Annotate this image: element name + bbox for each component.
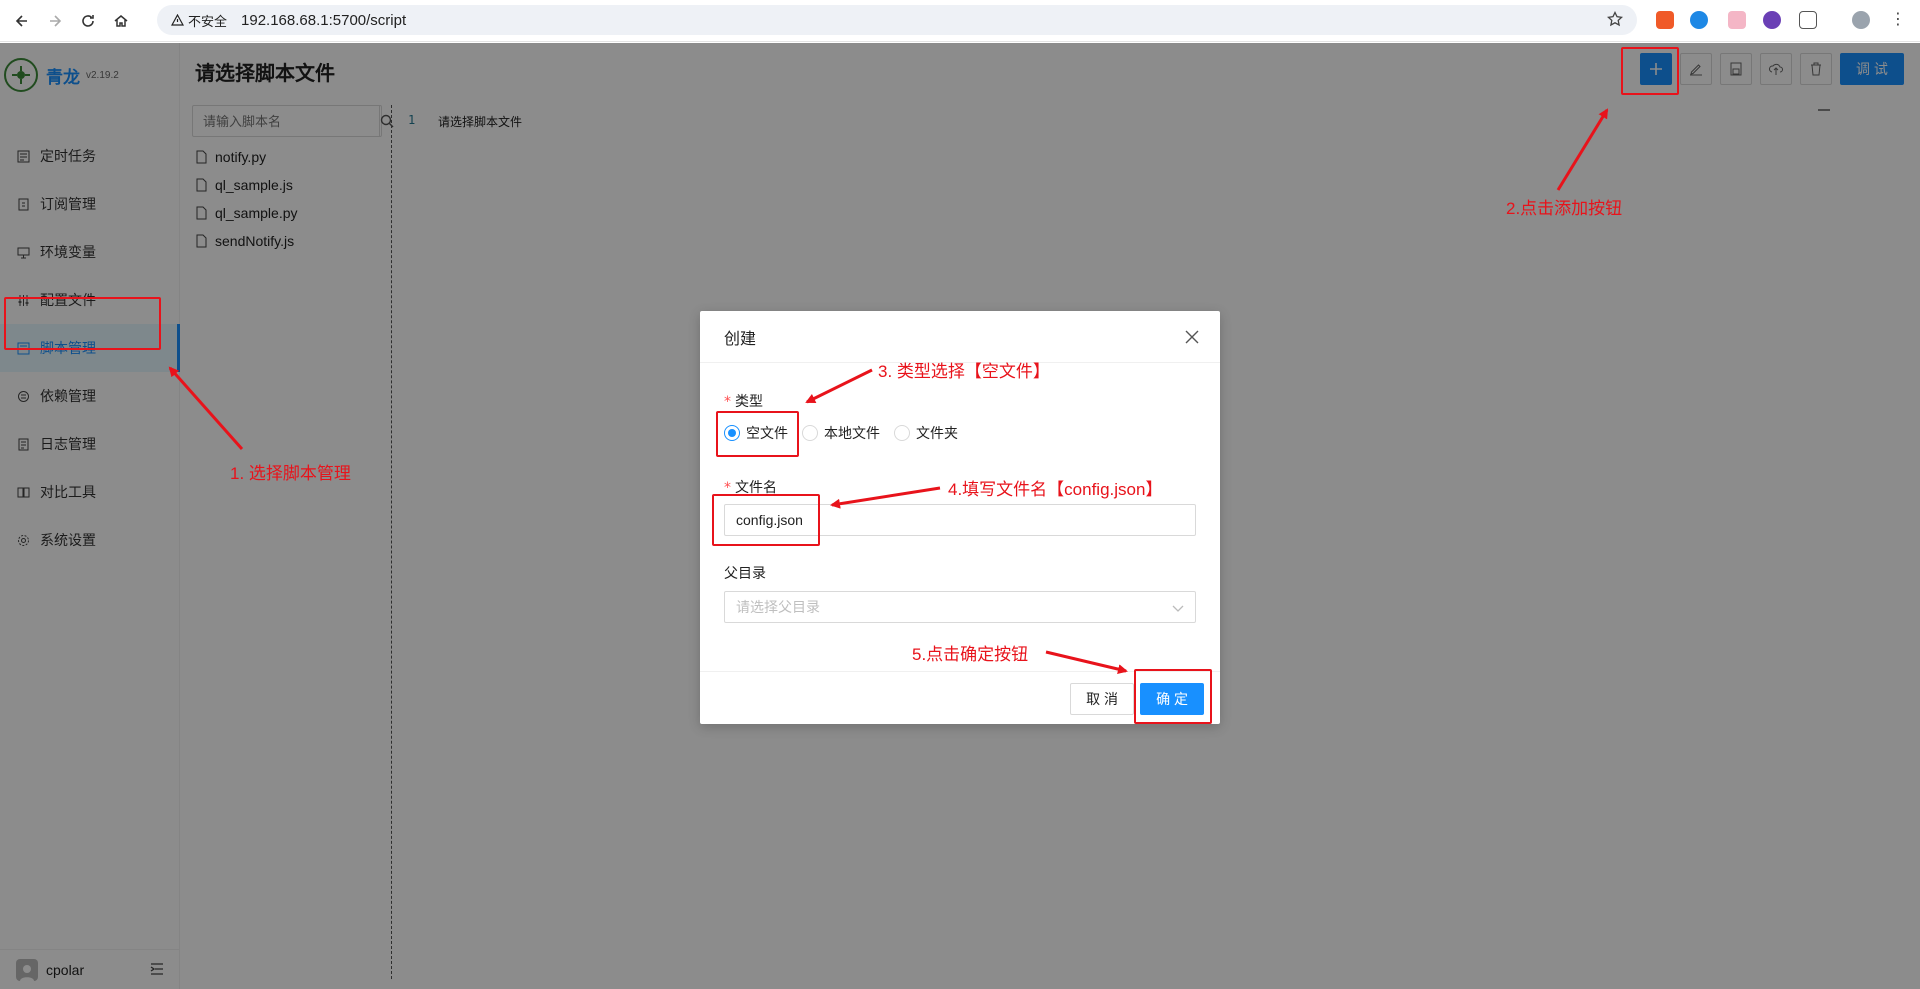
annotation-step4: 4.填写文件名【config.json】 — [948, 480, 1163, 499]
parent-label: 父目录 — [724, 565, 766, 581]
reload-icon[interactable] — [77, 10, 99, 32]
extension-icon[interactable] — [1656, 11, 1674, 29]
extension-icon[interactable] — [1763, 11, 1781, 29]
extensions-puzzle-icon[interactable] — [1799, 11, 1817, 29]
home-icon[interactable] — [110, 10, 132, 32]
security-chip[interactable]: 不安全 — [165, 8, 233, 32]
extension-icon[interactable] — [1690, 11, 1708, 29]
annotation-step5: 5.点击确定按钮 — [912, 645, 1029, 664]
menu-dots-icon[interactable]: ⋮ — [1890, 11, 1906, 29]
close-icon[interactable] — [1182, 327, 1202, 347]
warning-icon — [171, 14, 184, 26]
extension-icon[interactable] — [1728, 11, 1746, 29]
type-label: * 类型 — [724, 393, 763, 410]
security-label: 不安全 — [188, 13, 228, 29]
profile-avatar-icon[interactable] — [1852, 11, 1870, 29]
highlight-box — [4, 297, 161, 350]
back-icon[interactable] — [11, 10, 33, 32]
forward-icon[interactable] — [44, 10, 66, 32]
annotation-step3: 3. 类型选择【空文件】 — [878, 362, 1050, 381]
address-bar[interactable]: 不安全 192.168.68.1:5700/script — [157, 5, 1637, 35]
highlight-box — [1134, 669, 1212, 724]
highlight-box — [1621, 47, 1679, 95]
annotation-step1: 1. 选择脚本管理 — [230, 464, 351, 483]
radio-local-file[interactable]: 本地文件 — [802, 423, 880, 443]
browser-toolbar: 不安全 192.168.68.1:5700/script ⋮ — [0, 0, 1920, 42]
annotation-step2: 2.点击添加按钮 — [1506, 199, 1623, 218]
cancel-button[interactable]: 取 消 — [1070, 683, 1134, 715]
bookmark-star-icon[interactable] — [1606, 10, 1624, 30]
highlight-box — [712, 494, 820, 546]
chevron-down-icon — [1172, 601, 1184, 617]
url-text[interactable]: 192.168.68.1:5700/script — [241, 12, 406, 29]
modal-title: 创建 — [700, 311, 1220, 363]
parent-select[interactable]: 请选择父目录 — [724, 591, 1196, 623]
highlight-box — [716, 411, 799, 457]
radio-folder[interactable]: 文件夹 — [894, 423, 958, 443]
parent-select-placeholder: 请选择父目录 — [736, 599, 820, 615]
